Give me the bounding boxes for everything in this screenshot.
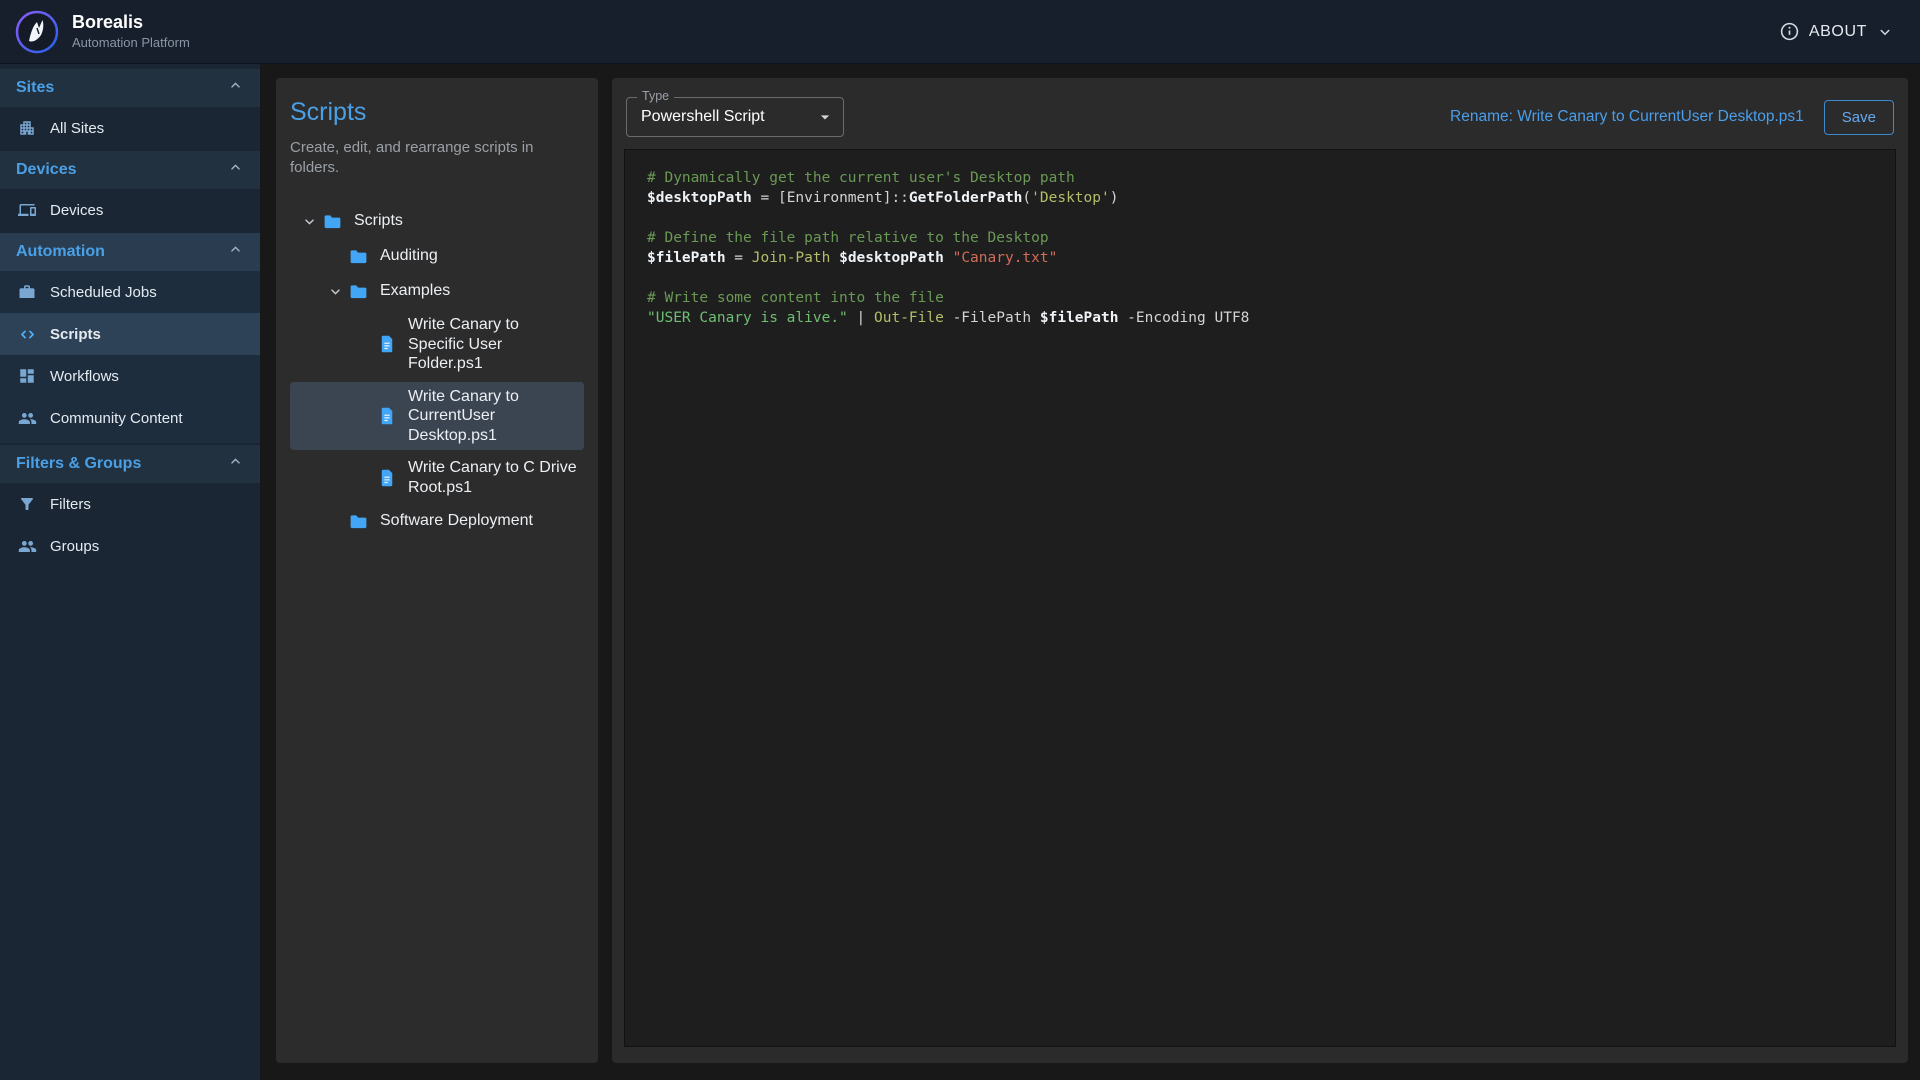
dashboard-icon (17, 366, 37, 386)
folder-icon (348, 511, 369, 532)
sidebar-section-automation-block: Automation Scheduled Jobs Scripts (0, 233, 260, 443)
nav-item-label: Groups (50, 538, 99, 555)
info-icon (1779, 21, 1800, 42)
top-bar: Borealis Automation Platform ABOUT (0, 0, 1920, 64)
tree-item-label: Auditing (380, 246, 578, 266)
code-line: $desktopPath = [Environment]::GetFolderP… (647, 188, 1873, 208)
about-button[interactable]: ABOUT (1779, 21, 1894, 42)
sidebar-section-devices[interactable]: Devices (0, 151, 260, 189)
folder-icon (348, 281, 369, 302)
sidebar-item-scheduled-jobs[interactable]: Scheduled Jobs (0, 271, 260, 313)
chevron-up-icon (227, 241, 244, 263)
toolbar-right: Rename: Write Canary to CurrentUser Desk… (1450, 100, 1894, 135)
script-type-select[interactable]: Type Powershell Script (626, 97, 844, 137)
chevron-down-icon (815, 107, 835, 127)
devices-icon (17, 200, 37, 220)
code-line (647, 268, 1873, 288)
sidebar-item-all-sites[interactable]: All Sites (0, 107, 260, 149)
people-icon (17, 408, 37, 428)
chevron-down-icon[interactable] (322, 280, 348, 302)
file-icon (376, 405, 397, 426)
tree-file-row[interactable]: Write Canary to C Drive Root.ps1 (290, 453, 584, 502)
code-line (647, 208, 1873, 228)
nav-item-label: Scheduled Jobs (50, 284, 157, 301)
code-editor[interactable]: # Dynamically get the current user's Des… (624, 149, 1896, 1047)
left-sidebar: Sites All Sites Devices Devices A (0, 64, 260, 1080)
section-label: Devices (16, 161, 77, 179)
about-label: ABOUT (1809, 23, 1867, 41)
code-line: # Dynamically get the current user's Des… (647, 168, 1873, 188)
main-content: Scripts Create, edit, and rearrange scri… (260, 64, 1920, 1080)
file-icon (376, 467, 397, 488)
chevron-down-icon[interactable] (296, 210, 322, 232)
nav-item-label: Community Content (50, 410, 183, 427)
tree-item-label: Software Deployment (380, 511, 578, 531)
sidebar-item-community-content[interactable]: Community Content (0, 397, 260, 439)
code-line: $filePath = Join-Path $desktopPath "Cana… (647, 248, 1873, 268)
tree-folder-row[interactable]: Software Deployment (290, 505, 584, 537)
funnel-icon (17, 494, 37, 514)
chevron-spacer (322, 510, 348, 532)
code-icon (17, 324, 37, 344)
sidebar-section-automation[interactable]: Automation (0, 233, 260, 271)
section-label: Sites (16, 79, 54, 97)
nav-item-label: Workflows (50, 368, 119, 385)
select-field-label: Type (637, 89, 674, 103)
scripts-tree-panel: Scripts Create, edit, and rearrange scri… (276, 78, 598, 1063)
tree-item-label: Write Canary to Specific User Folder.ps1 (408, 315, 578, 374)
sidebar-item-groups[interactable]: Groups (0, 525, 260, 567)
nav-item-label: Scripts (50, 326, 101, 343)
borealis-logo-icon (14, 9, 60, 55)
tree-folder-row[interactable]: Auditing (290, 240, 584, 272)
code-line: # Define the file path relative to the D… (647, 228, 1873, 248)
code-line: # Write some content into the file (647, 288, 1873, 308)
groups-icon (17, 536, 37, 556)
folder-icon (348, 246, 369, 267)
scripts-folder-tree: Scripts Auditing Examples Write Canary to S… (290, 205, 584, 537)
app-title: Borealis (72, 13, 190, 33)
chevron-up-icon (227, 453, 244, 475)
save-button[interactable]: Save (1824, 100, 1894, 135)
nav-item-label: Devices (50, 202, 103, 219)
nav-item-label: All Sites (50, 120, 104, 137)
briefcase-icon (17, 282, 37, 302)
tree-folder-row[interactable]: Examples (290, 275, 584, 307)
select-field-value: Powershell Script (641, 108, 815, 126)
brand-block: Borealis Automation Platform (72, 13, 190, 50)
tree-file-row[interactable]: Write Canary to Specific User Folder.ps1 (290, 310, 584, 379)
rename-link[interactable]: Rename: Write Canary to CurrentUser Desk… (1450, 108, 1804, 126)
chevron-down-icon (1876, 23, 1894, 41)
section-label: Automation (16, 243, 105, 261)
chevron-up-icon (227, 77, 244, 99)
chevron-up-icon (227, 159, 244, 181)
sidebar-section-filters-groups[interactable]: Filters & Groups (0, 445, 260, 483)
building-icon (17, 118, 37, 138)
section-label: Filters & Groups (16, 455, 141, 473)
sidebar-item-filters[interactable]: Filters (0, 483, 260, 525)
sidebar-item-devices[interactable]: Devices (0, 189, 260, 231)
tree-file-row[interactable]: Write Canary to CurrentUser Desktop.ps1 (290, 382, 584, 451)
chevron-spacer (322, 245, 348, 267)
panel-title: Scripts (290, 98, 584, 127)
app-subtitle: Automation Platform (72, 35, 190, 50)
sidebar-item-workflows[interactable]: Workflows (0, 355, 260, 397)
sidebar-item-scripts[interactable]: Scripts (0, 313, 260, 355)
sidebar-section-sites[interactable]: Sites (0, 69, 260, 107)
folder-icon (322, 211, 343, 232)
tree-folder-row[interactable]: Scripts (290, 205, 584, 237)
file-icon (376, 334, 397, 355)
code-line: "USER Canary is alive." | Out-File -File… (647, 308, 1873, 328)
script-editor-panel: Type Powershell Script Rename: Write Can… (612, 78, 1908, 1063)
nav-item-label: Filters (50, 496, 91, 513)
tree-item-label: Write Canary to C Drive Root.ps1 (408, 458, 578, 497)
panel-subtitle: Create, edit, and rearrange scripts in f… (290, 138, 584, 177)
tree-item-label: Write Canary to CurrentUser Desktop.ps1 (408, 387, 578, 446)
tree-item-label: Examples (380, 281, 578, 301)
tree-item-label: Scripts (354, 211, 578, 231)
editor-toolbar: Type Powershell Script Rename: Write Can… (622, 91, 1898, 149)
